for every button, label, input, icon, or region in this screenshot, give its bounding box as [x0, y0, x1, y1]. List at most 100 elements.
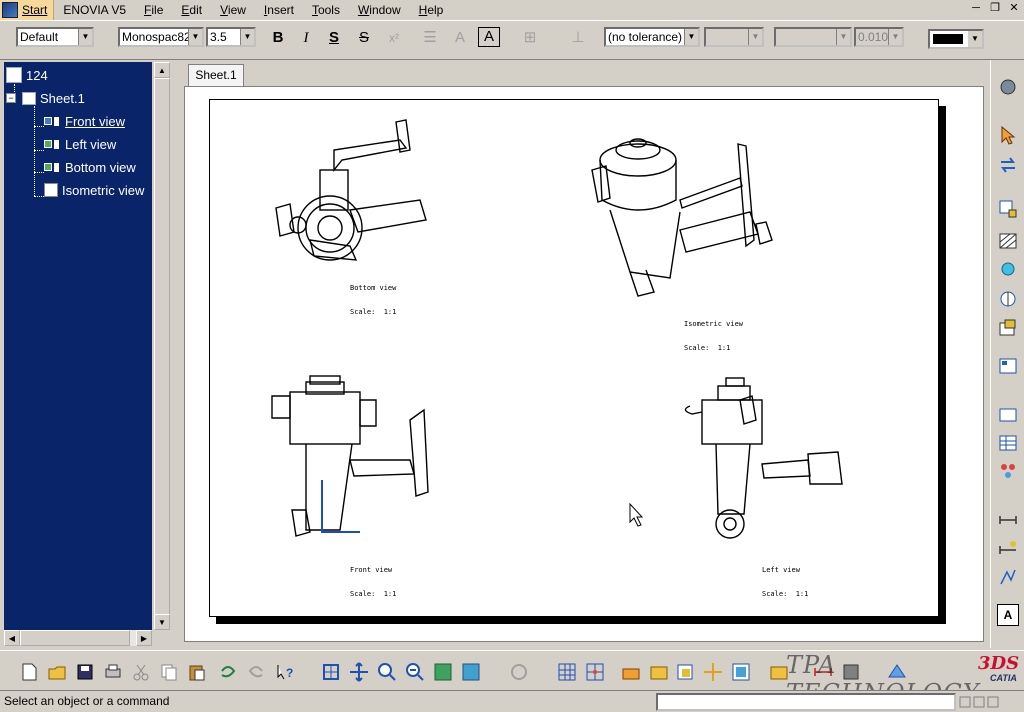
dimension-tools-icon[interactable]: ⊞ — [518, 27, 542, 49]
normal-view-icon[interactable] — [432, 661, 454, 683]
grid-icon[interactable] — [556, 661, 578, 683]
numerical-display-combo[interactable]: ▼ — [774, 27, 852, 47]
detail-view-icon[interactable] — [997, 258, 1019, 280]
superscript-button[interactable]: x² — [382, 27, 406, 49]
dress-up-icon[interactable] — [997, 566, 1019, 588]
chevron-down-icon[interactable]: ▼ — [888, 29, 902, 45]
bottom-view-drawing[interactable] — [275, 119, 427, 261]
menu-help[interactable]: Help — [410, 0, 453, 20]
precision-combo[interactable]: 0.010 ▼ — [854, 27, 904, 47]
snap-to-point-icon[interactable] — [584, 661, 606, 683]
copy-icon[interactable] — [158, 661, 180, 683]
broken-view-icon[interactable] — [997, 318, 1019, 340]
close-icon[interactable]: ✕ — [1006, 2, 1022, 16]
open-folder-icon[interactable] — [46, 661, 68, 683]
scroll-thumb[interactable] — [20, 630, 130, 646]
scroll-thumb[interactable] — [154, 78, 170, 616]
zoom-out-icon[interactable] — [404, 661, 426, 683]
italic-button[interactable]: I — [294, 27, 318, 49]
tree-item-sheet[interactable]: − Sheet.1 — [6, 88, 85, 108]
font-size-combo[interactable]: 3.5 ▼ — [206, 27, 256, 47]
menu-window[interactable]: Window — [349, 0, 410, 20]
table-icon[interactable] — [997, 432, 1019, 454]
scroll-left-icon[interactable]: ◀ — [4, 630, 20, 646]
menu-enovia[interactable]: ENOVIA V5 — [54, 0, 135, 20]
chevron-down-icon[interactable]: ▼ — [684, 29, 698, 45]
create-detection-icon[interactable] — [648, 661, 670, 683]
restore-icon[interactable]: ❐ — [987, 2, 1003, 16]
tolerance-type-icon[interactable]: ⊥ — [566, 27, 590, 49]
collapse-icon[interactable]: − — [6, 93, 16, 103]
menu-edit[interactable]: Edit — [172, 0, 211, 20]
save-icon[interactable] — [74, 661, 96, 683]
menu-view[interactable]: View — [211, 0, 255, 20]
sketch-view-icon[interactable] — [460, 661, 482, 683]
undo-icon[interactable] — [216, 661, 238, 683]
views-icon[interactable] — [997, 198, 1019, 220]
print-icon[interactable] — [102, 661, 124, 683]
chevron-down-icon[interactable]: ▼ — [748, 29, 762, 45]
menu-file[interactable]: File — [135, 0, 172, 20]
chevron-down-icon[interactable]: ▼ — [836, 29, 850, 45]
tree-item-left-view[interactable]: Left view — [44, 134, 116, 154]
underline-button[interactable]: S — [322, 27, 346, 49]
chevron-down-icon[interactable]: ▼ — [78, 29, 92, 45]
compass-icon[interactable] — [997, 76, 1019, 98]
add-constraint-icon[interactable] — [702, 661, 724, 683]
paste-icon[interactable] — [186, 661, 208, 683]
tree-root[interactable]: 124 — [6, 65, 48, 85]
whats-this-icon[interactable]: ? — [274, 661, 296, 683]
drawing-canvas[interactable]: Bottom view Scale: 1:1 Isometric view Sc… — [184, 86, 984, 642]
menu-insert[interactable]: Insert — [255, 0, 303, 20]
tolerance-value-combo[interactable]: ▼ — [704, 27, 764, 47]
justify-icon[interactable]: ☰ — [418, 27, 442, 49]
tree-item-isometric-view[interactable]: Isometric view — [44, 180, 144, 200]
zoom-in-icon[interactable] — [376, 661, 398, 683]
bold-button[interactable]: B — [266, 27, 290, 49]
style-combo[interactable]: Default ▼ — [16, 27, 94, 47]
drawing-sheet[interactable]: Bottom view Scale: 1:1 Isometric view Sc… — [209, 99, 939, 617]
refresh-icon[interactable] — [508, 661, 530, 683]
fit-all-icon[interactable] — [320, 661, 342, 683]
analysis-display-icon[interactable] — [620, 661, 642, 683]
chevron-down-icon[interactable]: ▼ — [188, 29, 202, 45]
redo-icon[interactable] — [246, 661, 268, 683]
dimension-generation-icon[interactable] — [997, 536, 1019, 558]
menu-tools[interactable]: Tools — [303, 0, 349, 20]
left-view-drawing[interactable] — [684, 377, 843, 539]
front-view-drawing[interactable] — [271, 375, 429, 537]
line-color-combo[interactable]: ▼ — [928, 29, 984, 49]
new-file-icon[interactable] — [18, 661, 40, 683]
tree-horizontal-scrollbar[interactable]: ◀ ▶ — [4, 630, 152, 646]
tree-item-front-view[interactable]: Front view — [44, 111, 125, 131]
scroll-down-icon[interactable]: ▼ — [154, 614, 170, 630]
power-input-field[interactable] — [656, 693, 956, 711]
update-icon[interactable] — [997, 154, 1019, 176]
select-arrow-icon[interactable] — [997, 124, 1019, 146]
section-view-icon[interactable] — [997, 230, 1019, 252]
chevron-down-icon[interactable]: ▼ — [968, 31, 982, 47]
tolerance-combo[interactable]: (no tolerance) ▼ — [604, 27, 700, 47]
status-tools-icon[interactable] — [958, 695, 1022, 709]
cut-icon[interactable] — [130, 661, 152, 683]
text-frame-icon[interactable]: A — [478, 27, 500, 47]
filter-generated-icon[interactable] — [730, 661, 752, 683]
generative-icon[interactable] — [997, 460, 1019, 482]
chevron-down-icon[interactable]: ▼ — [240, 29, 254, 45]
isometric-view-drawing[interactable] — [591, 138, 773, 297]
start-menu-button[interactable]: Start — [0, 0, 55, 20]
scroll-up-icon[interactable]: ▲ — [154, 62, 170, 78]
cursor-feedback-icon[interactable] — [674, 661, 696, 683]
scroll-right-icon[interactable]: ▶ — [136, 630, 152, 646]
text-annotation-icon[interactable]: A — [997, 604, 1019, 626]
wizard-icon[interactable] — [997, 356, 1019, 378]
anchor-point-icon[interactable]: A — [448, 27, 472, 49]
tree-vertical-scrollbar[interactable]: ▲ ▼ — [154, 62, 170, 630]
minimize-icon[interactable]: ─ — [968, 2, 984, 16]
pan-icon[interactable] — [348, 661, 370, 683]
new-sheet-icon[interactable] — [997, 404, 1019, 426]
dimension-icon[interactable] — [997, 506, 1019, 528]
sheet-tab[interactable]: Sheet.1 — [188, 64, 244, 86]
tree-item-bottom-view[interactable]: Bottom view — [44, 157, 136, 177]
font-combo[interactable]: Monospac821 ▼ — [118, 27, 204, 47]
